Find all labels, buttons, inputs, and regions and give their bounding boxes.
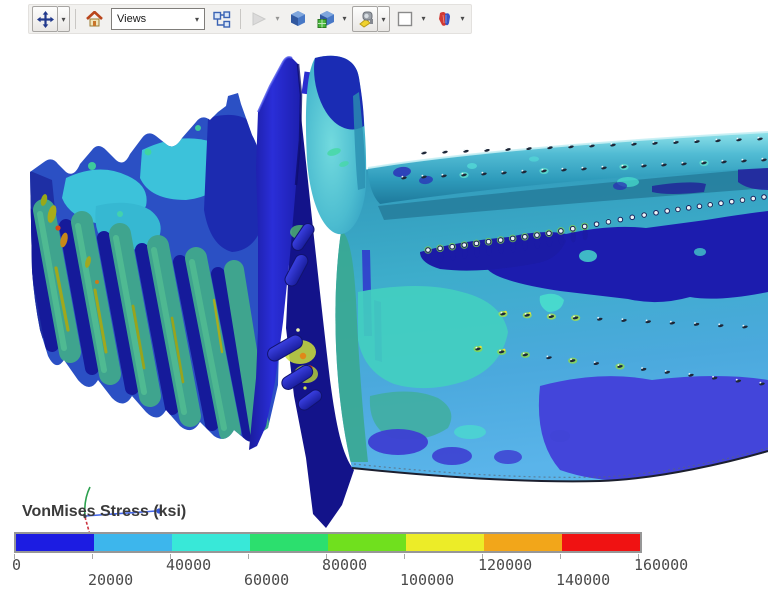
- display-style-group: ▾: [313, 6, 350, 32]
- pan-button-group: ▾: [32, 6, 70, 32]
- legend-segment: [484, 534, 562, 551]
- isometric-view-button[interactable]: [285, 6, 311, 32]
- home-view-button[interactable]: [81, 6, 107, 32]
- results-display-group: ▾: [431, 6, 468, 32]
- legend-title: VonMises Stress (ksi): [22, 503, 186, 521]
- legend-segment: [250, 534, 328, 551]
- legend-segment: [94, 534, 172, 551]
- legend-segment: [406, 534, 484, 551]
- legend-colorbar: [14, 532, 642, 553]
- legend-segment: [172, 534, 250, 551]
- light-icon: [356, 10, 375, 28]
- blade-root-section: [20, 85, 290, 445]
- application-window: ▾ Views ▾: [0, 0, 768, 591]
- play-icon: [251, 11, 267, 27]
- model-tree-icon: [213, 11, 231, 28]
- view-toolbar: ▾ Views ▾: [28, 4, 472, 34]
- pan-dropdown-caret[interactable]: ▾: [58, 6, 70, 32]
- pan-button[interactable]: [32, 6, 58, 32]
- toolbar-separator: [75, 9, 76, 29]
- toolbar-separator: [240, 9, 241, 29]
- display-style-caret[interactable]: ▾: [339, 6, 350, 30]
- play-button-group: ▾: [246, 6, 283, 32]
- shaded-cube-icon: [317, 10, 336, 28]
- stress-model-icon: [435, 10, 454, 28]
- results-display-caret[interactable]: ▾: [457, 6, 468, 30]
- lighting-group: ▾: [352, 6, 390, 32]
- white-swatch-icon: [397, 11, 413, 27]
- results-display-button[interactable]: [431, 6, 457, 32]
- lighting-caret[interactable]: ▾: [378, 6, 390, 32]
- cube-icon: [289, 10, 307, 28]
- legend-segment: [562, 534, 640, 551]
- legend-segment: [328, 534, 406, 551]
- play-dropdown-caret: ▾: [272, 6, 283, 30]
- views-combobox-caret[interactable]: ▾: [190, 9, 204, 29]
- blade-airfoil: [306, 56, 768, 482]
- background-color-button[interactable]: [392, 6, 418, 32]
- display-style-button[interactable]: [313, 6, 339, 32]
- views-combobox-value: Views: [112, 13, 190, 25]
- background-color-caret[interactable]: ▾: [418, 6, 429, 30]
- background-color-group: ▾: [392, 6, 429, 32]
- model-tree-button[interactable]: [209, 6, 235, 32]
- home-icon: [86, 11, 103, 27]
- views-combobox[interactable]: Views ▾: [111, 8, 205, 30]
- legend-segment: [16, 534, 94, 551]
- pan-arrows-icon: [37, 11, 54, 28]
- play-button: [246, 6, 272, 32]
- lighting-button[interactable]: [352, 6, 378, 32]
